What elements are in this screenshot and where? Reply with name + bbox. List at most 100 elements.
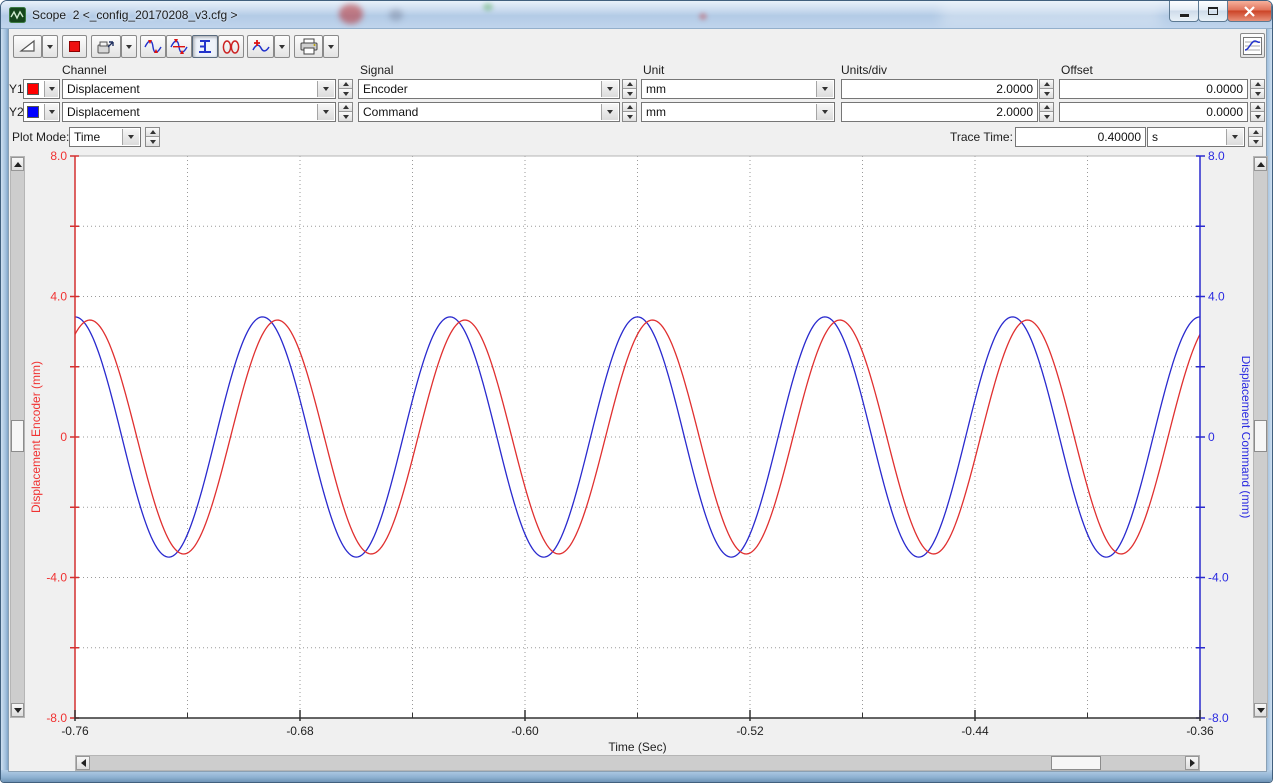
spin-down-icon[interactable]: [1251, 112, 1264, 121]
window-frame-left: [1, 29, 8, 782]
spin-down-icon[interactable]: [623, 112, 636, 121]
print-dropdown[interactable]: [323, 35, 339, 58]
spin-up-icon[interactable]: [1040, 80, 1053, 89]
trigger-slope-dropdown[interactable]: [42, 35, 58, 58]
y1-offset-field[interactable]: 0.0000: [1059, 79, 1248, 99]
glass-reflection: [699, 13, 707, 20]
spin-down-icon[interactable]: [1251, 89, 1264, 98]
chevron-down-icon: [601, 104, 618, 120]
y2-axis-scrollbar[interactable]: [1253, 156, 1268, 718]
spin-down-icon[interactable]: [146, 137, 159, 146]
plot-mode-stepper[interactable]: [145, 127, 160, 147]
x-tick-label: -0.44: [961, 724, 989, 738]
y1-units-per-div-stepper[interactable]: [1039, 79, 1054, 99]
scroll-up-button[interactable]: [1254, 157, 1267, 171]
export-config-button[interactable]: [91, 35, 121, 58]
plot-mode-label: Plot Mode:: [12, 130, 69, 144]
plot-properties-button[interactable]: [1240, 33, 1265, 58]
y1-tick-label: 0: [60, 430, 67, 444]
plot-mode-select[interactable]: Time: [69, 127, 141, 147]
scroll-down-button[interactable]: [1254, 703, 1267, 717]
scrollbar-thumb[interactable]: [11, 420, 24, 452]
scroll-up-button[interactable]: [11, 157, 24, 171]
y2-label: Y2: [9, 105, 24, 119]
y1-axis-scrollbar[interactable]: [10, 156, 25, 718]
close-button[interactable]: [1227, 1, 1272, 22]
chevron-down-icon: [317, 104, 334, 120]
chevron-down-icon: [317, 81, 334, 97]
y1-units-per-div-field[interactable]: 2.0000: [841, 79, 1038, 99]
y2-color-button[interactable]: [23, 102, 60, 122]
maximize-button[interactable]: [1198, 1, 1228, 22]
trace-time-unit-select[interactable]: s: [1147, 127, 1245, 147]
spin-up-icon[interactable]: [1040, 103, 1053, 112]
y2-channel-stepper[interactable]: [338, 102, 353, 122]
spin-up-icon[interactable]: [339, 80, 352, 89]
trace-style-button[interactable]: [247, 35, 274, 58]
y2-signal-select[interactable]: Command: [358, 102, 620, 122]
autoscale-y2-button[interactable]: [166, 35, 192, 58]
spin-up-icon[interactable]: [623, 80, 636, 89]
y2-axis-title: Displacement Command (mm): [1239, 356, 1250, 519]
spin-down-icon[interactable]: [623, 89, 636, 98]
export-config-dropdown[interactable]: [121, 35, 137, 58]
trace-time-field[interactable]: 0.40000: [1015, 127, 1146, 147]
spin-up-icon[interactable]: [1251, 80, 1264, 89]
chevron-down-icon: [44, 104, 58, 120]
header-unit: Unit: [643, 63, 664, 77]
spin-up-icon[interactable]: [339, 103, 352, 112]
plot-svg[interactable]: 8.04.00-4.0-8.08.04.00-4.0-8.0-0.76-0.68…: [30, 149, 1250, 755]
y1-channel-select[interactable]: Displacement: [62, 79, 336, 99]
print-button[interactable]: [294, 35, 323, 58]
trace-style-dropdown[interactable]: [274, 35, 290, 58]
y2-color-swatch: [27, 106, 39, 118]
header-signal: Signal: [360, 63, 393, 77]
x-axis-title: Time (Sec): [608, 740, 666, 754]
y1-signal-select[interactable]: Encoder: [358, 79, 620, 99]
y2-units-per-div-stepper[interactable]: [1039, 102, 1054, 122]
y2-offset-stepper[interactable]: [1250, 102, 1265, 122]
cursors-button[interactable]: [192, 35, 218, 58]
spin-down-icon[interactable]: [1249, 137, 1262, 146]
spin-down-icon[interactable]: [1040, 112, 1053, 121]
spin-up-icon[interactable]: [146, 128, 159, 137]
y2-units-per-div-field[interactable]: 2.0000: [841, 102, 1038, 122]
scrollbar-thumb[interactable]: [1254, 420, 1267, 452]
scope-window: Scope 2 <_config_20170208_v3.cfg >: [0, 0, 1273, 783]
trace-time-stepper[interactable]: [1248, 127, 1263, 147]
spin-up-icon[interactable]: [1249, 128, 1262, 137]
y1-color-button[interactable]: [23, 79, 60, 99]
y2-tick-label: 8.0: [1208, 149, 1225, 163]
y1-unit-select[interactable]: mm: [641, 79, 835, 99]
spin-up-icon[interactable]: [1251, 103, 1264, 112]
time-axis-scrollbar[interactable]: [75, 755, 1200, 771]
y2-unit-select[interactable]: mm: [641, 102, 835, 122]
y1-label: Y1: [9, 82, 24, 96]
spin-down-icon[interactable]: [339, 89, 352, 98]
scroll-down-button[interactable]: [11, 703, 24, 717]
xy-mode-button[interactable]: [218, 35, 244, 58]
y2-offset-field[interactable]: 0.0000: [1059, 102, 1248, 122]
window-title: Scope 2 <_config_20170208_v3.cfg >: [32, 8, 238, 22]
autoscale-y1-button[interactable]: [140, 35, 166, 58]
scroll-right-button[interactable]: [1185, 756, 1199, 770]
scrollbar-thumb[interactable]: [1051, 756, 1101, 770]
y2-channel-select[interactable]: Displacement: [62, 102, 336, 122]
y1-signal-stepper[interactable]: [622, 79, 637, 99]
title-bar[interactable]: Scope 2 <_config_20170208_v3.cfg >: [1, 1, 1273, 29]
y1-offset-stepper[interactable]: [1250, 79, 1265, 99]
y2-tick-label: -8.0: [1208, 711, 1229, 725]
y2-signal-stepper[interactable]: [622, 102, 637, 122]
minimize-button[interactable]: [1169, 1, 1199, 22]
trigger-slope-button[interactable]: [13, 35, 42, 58]
spin-up-icon[interactable]: [623, 103, 636, 112]
scroll-left-button[interactable]: [76, 756, 90, 770]
minimize-icon: [1180, 14, 1189, 17]
chevron-down-icon: [816, 81, 833, 97]
y1-tick-label: 8.0: [50, 149, 67, 163]
stop-button[interactable]: [62, 35, 87, 58]
spin-down-icon[interactable]: [1040, 89, 1053, 98]
spin-down-icon[interactable]: [339, 112, 352, 121]
maximize-icon: [1208, 7, 1218, 15]
y1-channel-stepper[interactable]: [338, 79, 353, 99]
